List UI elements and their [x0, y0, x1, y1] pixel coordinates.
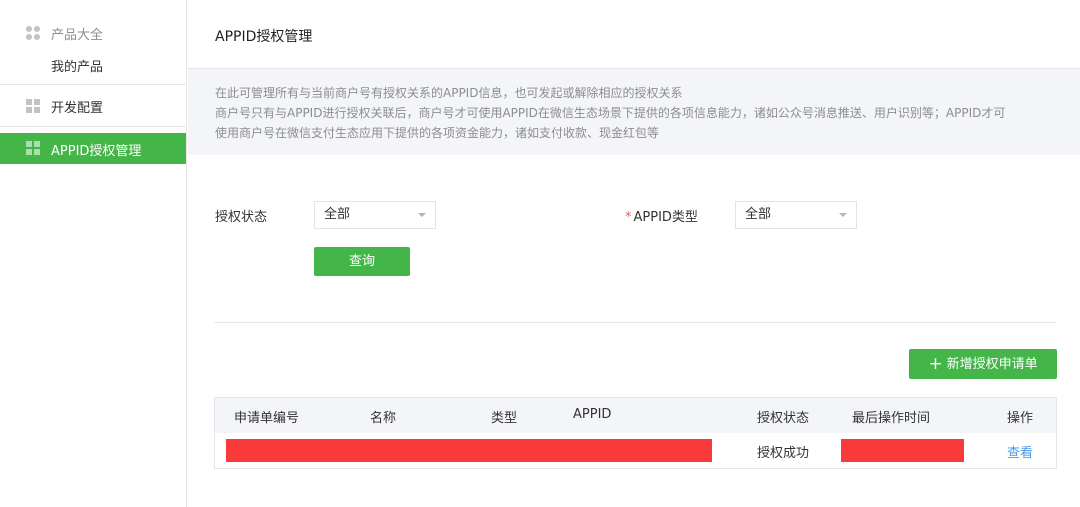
sidebar-item-dev-config[interactable]: 开发配置 — [51, 97, 103, 116]
appid-type-label: * APPID类型 — [625, 206, 698, 225]
sidebar-group-products: 产品大全 — [51, 28, 104, 43]
notice-line: 在此可管理所有与当前商户号有授权关系的APPID信息，也可发起或解除相应的授权关… — [215, 86, 683, 100]
section-divider — [214, 322, 1056, 323]
redacted-block — [226, 439, 712, 462]
product-grid-icon — [26, 26, 40, 40]
plus-icon: + — [928, 354, 943, 374]
sidebar-divider — [0, 84, 186, 85]
add-auth-request-button[interactable]: + 新增授权申请单 — [909, 349, 1057, 379]
redacted-block — [841, 439, 964, 462]
col-last-operation-time: 最后操作时间 — [852, 411, 931, 426]
auth-status-select[interactable]: 全部 — [314, 201, 436, 229]
col-appid: APPID — [573, 407, 612, 422]
sidebar-divider — [0, 126, 186, 127]
appid-auth-icon — [26, 141, 40, 155]
sidebar-item-appid-auth[interactable]: APPID授权管理 — [0, 133, 186, 164]
appid-type-select[interactable]: 全部 — [735, 201, 857, 229]
sidebar: 产品大全 我的产品 开发配置 APPID授权管理 — [0, 0, 187, 507]
auth-status-label: 授权状态 — [215, 210, 268, 225]
query-button[interactable]: 查询 — [314, 247, 410, 276]
notice-line: 商户号只有与APPID进行授权关联后，商户号才可使用APPID在微信生态场景下提… — [215, 106, 1006, 120]
col-request-id: 申请单编号 — [234, 411, 300, 426]
col-action: 操作 — [1007, 411, 1034, 426]
chevron-down-icon — [418, 213, 426, 217]
required-mark: * — [625, 210, 632, 225]
chevron-down-icon — [839, 213, 847, 217]
view-link[interactable]: 查看 — [1007, 442, 1033, 461]
info-notice: 在此可管理所有与当前商户号有授权关系的APPID信息，也可发起或解除相应的授权关… — [188, 69, 1080, 155]
dev-config-icon — [26, 99, 40, 113]
notice-line: 使用商户号在微信支付生态应用下提供的各项资金能力，诸如支付收款、现金红包等 — [215, 126, 660, 140]
add-auth-request-label: 新增授权申请单 — [946, 357, 1038, 372]
sidebar-item-label: APPID授权管理 — [51, 144, 142, 159]
auth-table: 申请单编号 名称 类型 APPID 授权状态 最后操作时间 操作 授权成功 查看 — [214, 397, 1057, 469]
sidebar-item-my-products[interactable]: 我的产品 — [51, 56, 103, 75]
appid-type-value: 全部 — [745, 207, 772, 222]
col-auth-status: 授权状态 — [757, 411, 810, 426]
table-header: 申请单编号 名称 类型 APPID 授权状态 最后操作时间 操作 — [215, 398, 1056, 433]
col-type: 类型 — [491, 411, 518, 426]
row-auth-status: 授权成功 — [757, 446, 810, 461]
col-name: 名称 — [370, 411, 397, 426]
page-title: APPID授权管理 — [215, 29, 313, 45]
appid-type-label-text: APPID类型 — [633, 210, 698, 225]
auth-status-value: 全部 — [324, 207, 351, 222]
